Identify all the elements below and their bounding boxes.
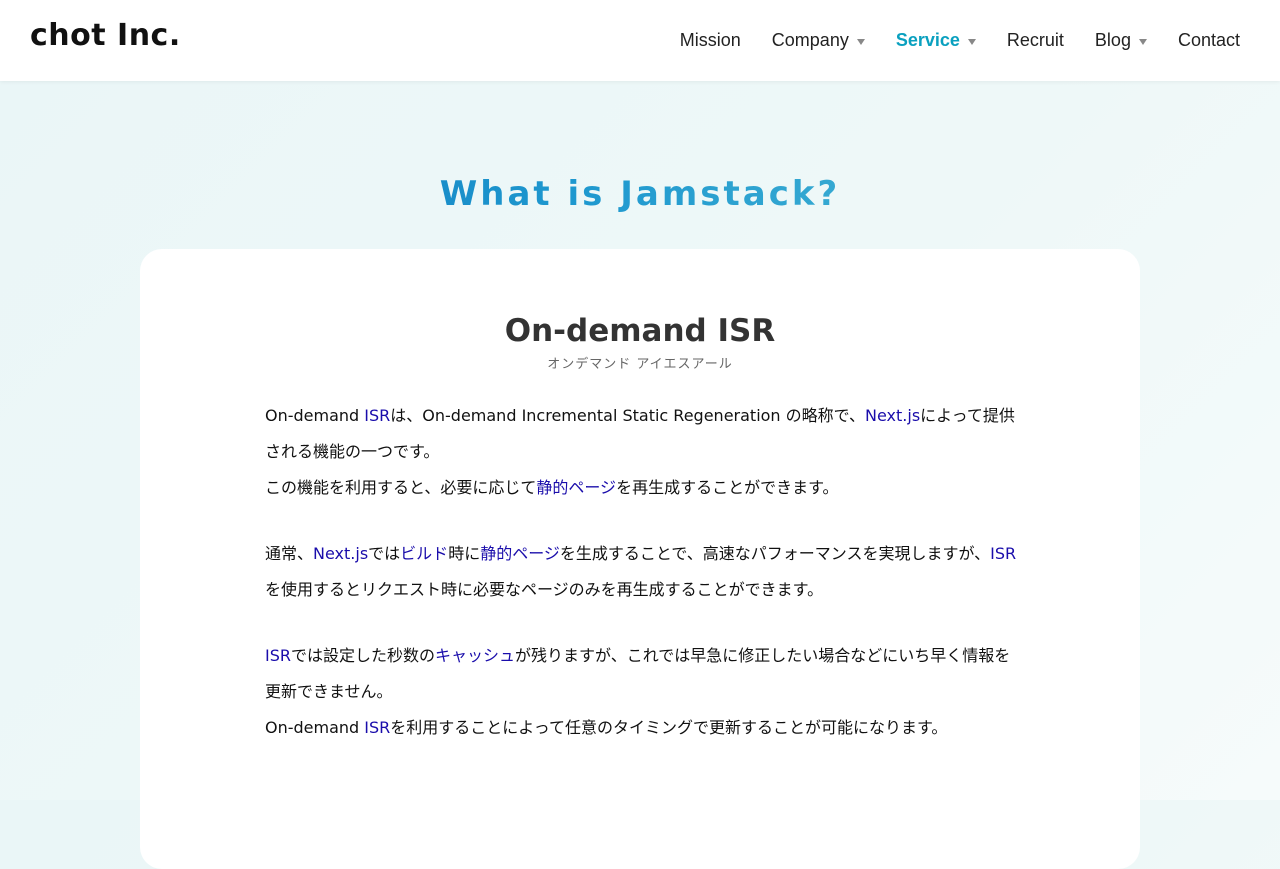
body-text: を生成することで、高速なパフォーマンスを実現しますが、 (559, 544, 991, 563)
body-text: この機能を利用すると、必要に応じて (265, 478, 537, 497)
glossary-link[interactable]: ISR (990, 544, 1016, 563)
body-text: を使用するとリクエスト時に必要なページのみを再生成することができます。 (265, 580, 824, 599)
nav-company[interactable]: Company (772, 30, 865, 51)
glossary-card: On-demand ISR オンデマンド アイエスアール On-demand I… (140, 249, 1140, 869)
body-text: では (368, 544, 401, 563)
main-nav: Mission Company Service Recruit Blog Con… (649, 0, 1240, 81)
body-text: は、On-demand Incremental Static Regenerat… (390, 406, 866, 425)
glossary-link[interactable]: 静的ページ (536, 478, 616, 497)
body-text: 時に (448, 544, 481, 563)
site-header: chot Inc. Mission Company Service Recrui… (0, 0, 1280, 81)
paragraph-2: 通常、Next.jsではビルド時に静的ページを生成することで、高速なパフォーマン… (265, 536, 1017, 608)
glossary-link[interactable]: ISR (364, 406, 390, 425)
glossary-link[interactable]: キャッシュ (435, 646, 515, 665)
body-text: を利用することによって任意のタイミングで更新することが可能になります。 (390, 718, 948, 737)
chevron-down-icon (1138, 38, 1147, 45)
body-text: On-demand (265, 406, 365, 425)
nav-company-label: Company (771, 30, 849, 50)
paragraph-3: ISRでは設定した秒数のキャッシュが残りますが、これでは早急に修正したい場合など… (265, 638, 1017, 746)
site-logo[interactable]: chot Inc. (30, 18, 181, 53)
nav-blog[interactable]: Blog (1095, 30, 1147, 51)
nav-recruit[interactable]: Recruit (1007, 30, 1064, 51)
nav-contact-label: Contact (1177, 30, 1240, 50)
glossary-link[interactable]: ISR (265, 646, 291, 665)
chevron-down-icon (856, 38, 865, 45)
glossary-link[interactable]: Next.js (313, 544, 368, 563)
nav-recruit-label: Recruit (1006, 30, 1064, 50)
term-reading: オンデマンド アイエスアール (547, 357, 733, 372)
paragraph-1: On-demand ISRは、On-demand Incremental Sta… (265, 398, 1017, 506)
glossary-link[interactable]: ビルド (400, 544, 448, 563)
chevron-down-icon (967, 38, 976, 45)
term-description: On-demand ISRは、On-demand Incremental Sta… (265, 398, 1017, 776)
body-text: を再生成することができます。 (616, 478, 839, 497)
glossary-link[interactable]: ISR (364, 718, 390, 737)
nav-contact[interactable]: Contact (1178, 30, 1240, 51)
nav-blog-label: Blog (1094, 30, 1131, 50)
nav-service-label: Service (895, 30, 960, 50)
body-text: では設定した秒数の (291, 646, 436, 665)
glossary-link[interactable]: 静的ページ (480, 544, 560, 563)
body-text: On-demand (265, 718, 365, 737)
nav-service[interactable]: Service (896, 30, 976, 51)
section-title: What is Jamstack? (0, 170, 1280, 218)
body-text: 通常、 (265, 544, 314, 563)
nav-mission[interactable]: Mission (680, 30, 741, 51)
term-title: On-demand ISR (504, 313, 776, 349)
glossary-link[interactable]: Next.js (865, 406, 920, 425)
nav-mission-label: Mission (679, 30, 741, 50)
